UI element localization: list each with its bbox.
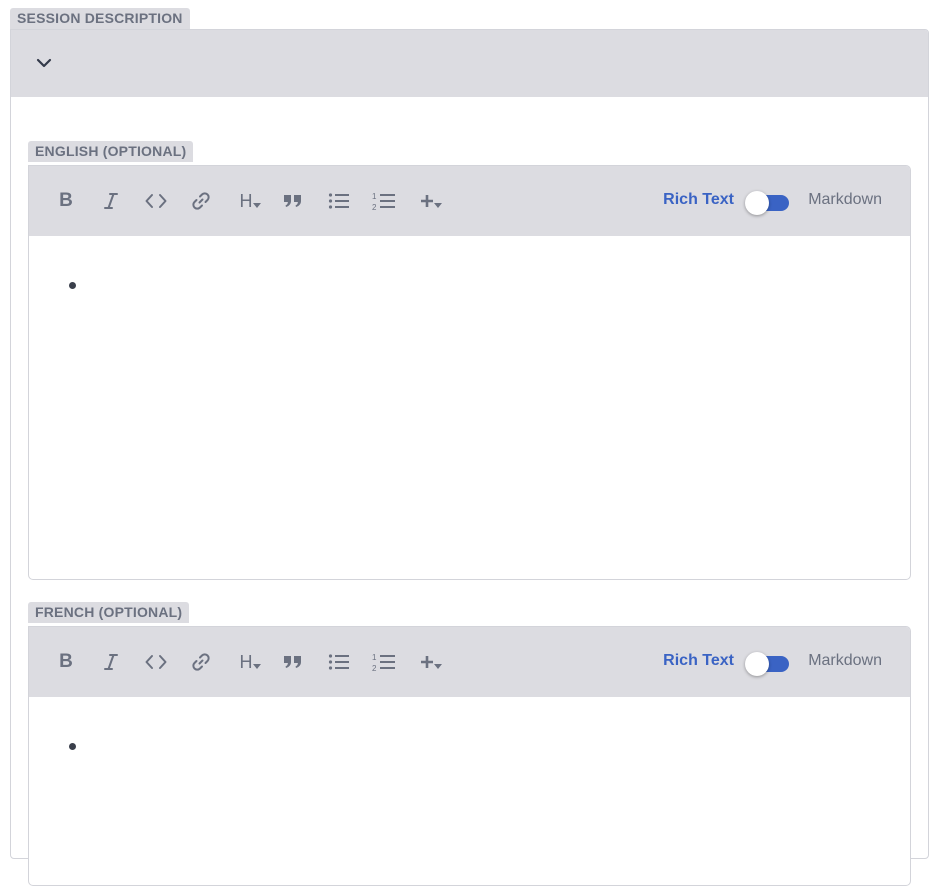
french-editor-content[interactable] [29, 697, 910, 885]
numbered-list-button[interactable]: 12 [372, 650, 396, 674]
french-editor: B H 12 Rich Text Markdown [28, 626, 911, 886]
dropdown-caret-icon [434, 203, 442, 208]
svg-text:2: 2 [372, 664, 377, 672]
heading-icon: H [239, 651, 253, 672]
markdown-mode-label[interactable]: Markdown [808, 191, 882, 209]
link-button[interactable] [189, 189, 213, 213]
numbered-list-icon: 12 [372, 653, 395, 672]
italic-button[interactable] [99, 650, 123, 674]
dropdown-caret-icon [252, 664, 261, 669]
svg-text:2: 2 [372, 203, 377, 211]
bulleted-list-button[interactable] [327, 189, 351, 213]
add-button[interactable] [417, 650, 445, 674]
session-description-label: SESSION DESCRIPTION [10, 8, 190, 29]
link-icon [192, 653, 210, 671]
italic-icon [104, 193, 118, 209]
quote-icon [284, 195, 301, 207]
heading-button[interactable]: H [236, 650, 264, 674]
markdown-mode-label[interactable]: Markdown [808, 652, 882, 670]
bold-icon: B [59, 651, 73, 672]
editor-toolbar: B H 12 Rich Text Markdown [29, 627, 910, 697]
quote-button[interactable] [281, 189, 305, 213]
code-icon [145, 655, 167, 669]
heading-icon: H [239, 190, 253, 211]
heading-button[interactable]: H [236, 189, 264, 213]
add-button[interactable] [417, 189, 445, 213]
bulleted-list-icon [328, 193, 349, 209]
code-button[interactable] [144, 650, 168, 674]
svg-text:1: 1 [372, 653, 377, 662]
toggle-knob [745, 191, 769, 215]
chevron-down-icon[interactable] [35, 54, 53, 72]
editor-toolbar: B H 12 Rich Text Markdown [29, 166, 910, 236]
dropdown-caret-icon [252, 203, 261, 208]
bold-button[interactable]: B [54, 650, 78, 674]
list-bullet [69, 743, 76, 750]
toggle-knob [745, 652, 769, 676]
session-description-header [11, 30, 928, 97]
numbered-list-icon: 12 [372, 192, 395, 211]
rich-text-mode-label[interactable]: Rich Text [663, 652, 734, 670]
add-icon [421, 656, 433, 668]
english-field-label: ENGLISH (OPTIONAL) [28, 141, 194, 162]
link-button[interactable] [189, 650, 213, 674]
english-editor-content[interactable] [29, 236, 910, 579]
french-field-label: FRENCH (OPTIONAL) [28, 602, 190, 623]
english-editor: B H 12 Rich Text Markdown [28, 165, 911, 580]
bulleted-list-icon [328, 654, 349, 670]
rich-text-mode-label[interactable]: Rich Text [663, 191, 734, 209]
italic-icon [104, 654, 118, 670]
quote-button[interactable] [281, 650, 305, 674]
svg-text:1: 1 [372, 192, 377, 201]
add-icon [421, 195, 433, 207]
code-icon [145, 194, 167, 208]
dropdown-caret-icon [434, 664, 442, 669]
editor-mode-toggle[interactable] [745, 652, 789, 676]
editor-mode-toggle[interactable] [745, 191, 789, 215]
list-bullet [69, 282, 76, 289]
quote-icon [284, 656, 301, 668]
bulleted-list-button[interactable] [327, 650, 351, 674]
numbered-list-button[interactable]: 12 [372, 189, 396, 213]
bold-button[interactable]: B [54, 189, 78, 213]
bold-icon: B [59, 190, 73, 211]
italic-button[interactable] [99, 189, 123, 213]
code-button[interactable] [144, 189, 168, 213]
link-icon [192, 192, 210, 210]
